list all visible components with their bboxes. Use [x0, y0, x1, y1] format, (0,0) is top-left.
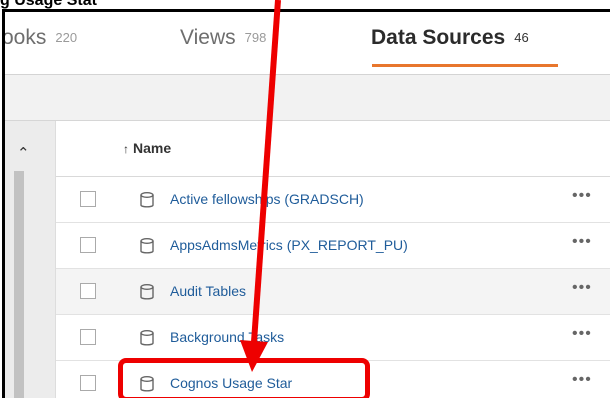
table-row[interactable]: AppsAdmsMetrics (PX_REPORT_PU) •••	[56, 223, 610, 269]
table-row[interactable]: Cognos Usage Star •••	[56, 361, 610, 398]
row-checkbox[interactable]	[80, 375, 96, 391]
chevron-up-icon[interactable]: ⌃	[17, 144, 30, 162]
row-checkbox[interactable]	[80, 237, 96, 253]
app-window: ooks 220 Views 798 Data Sources 46 ⌃ ↑ Name	[2, 9, 610, 398]
sort-ascending-icon: ↑	[123, 142, 129, 156]
column-header-name[interactable]: ↑ Name	[123, 140, 171, 156]
row-checkbox[interactable]	[80, 283, 96, 299]
tab-views[interactable]: Views 798	[180, 26, 266, 50]
data-source-link[interactable]: AppsAdmsMetrics (PX_REPORT_PU)	[170, 237, 408, 253]
tab-views-count: 798	[244, 30, 267, 45]
database-icon	[140, 238, 154, 254]
tab-workbooks[interactable]: ooks 220	[2, 26, 78, 50]
more-options-icon[interactable]: •••	[572, 279, 592, 297]
row-checkbox[interactable]	[80, 329, 96, 345]
tab-views-label: Views	[180, 26, 236, 49]
active-tab-indicator	[372, 64, 558, 67]
more-options-icon[interactable]: •••	[572, 371, 592, 389]
database-icon	[140, 376, 154, 392]
left-scroll-column: ⌃	[5, 121, 56, 398]
database-icon	[140, 284, 154, 300]
tab-data-sources-count: 46	[514, 30, 529, 45]
tab-workbooks-count: 220	[55, 30, 78, 45]
tab-data-sources-label: Data Sources	[371, 26, 506, 49]
tab-workbooks-label: ooks	[2, 26, 47, 49]
table-row[interactable]: Active fellowships (GRADSCH) •••	[56, 177, 610, 223]
table-row[interactable]: Audit Tables •••	[56, 269, 610, 315]
data-source-link[interactable]: Audit Tables	[170, 283, 246, 299]
scrollbar-thumb[interactable]	[14, 171, 24, 398]
content-tabs: ooks 220 Views 798 Data Sources 46	[5, 12, 610, 74]
data-source-link[interactable]: Background Tasks	[170, 329, 284, 345]
tab-data-sources[interactable]: Data Sources 46	[371, 26, 529, 50]
database-icon	[140, 192, 154, 208]
table-row[interactable]: Background Tasks •••	[56, 315, 610, 361]
more-options-icon[interactable]: •••	[572, 187, 592, 205]
data-source-link[interactable]: Cognos Usage Star	[170, 375, 292, 391]
column-header-name-label: Name	[133, 140, 172, 156]
more-options-icon[interactable]: •••	[572, 325, 592, 343]
data-source-link[interactable]: Active fellowships (GRADSCH)	[170, 191, 364, 207]
database-icon	[140, 330, 154, 346]
toolbar-strip	[5, 75, 610, 121]
row-checkbox[interactable]	[80, 191, 96, 207]
data-sources-table: ↑ Name Active fellowships (GRADSCH) ••• A…	[56, 121, 610, 398]
more-options-icon[interactable]: •••	[572, 233, 592, 251]
table-header-row: ↑ Name	[56, 121, 610, 177]
screenshot-page: g Usage Stat ooks 220 Views 798 Data Sourc…	[0, 0, 610, 398]
